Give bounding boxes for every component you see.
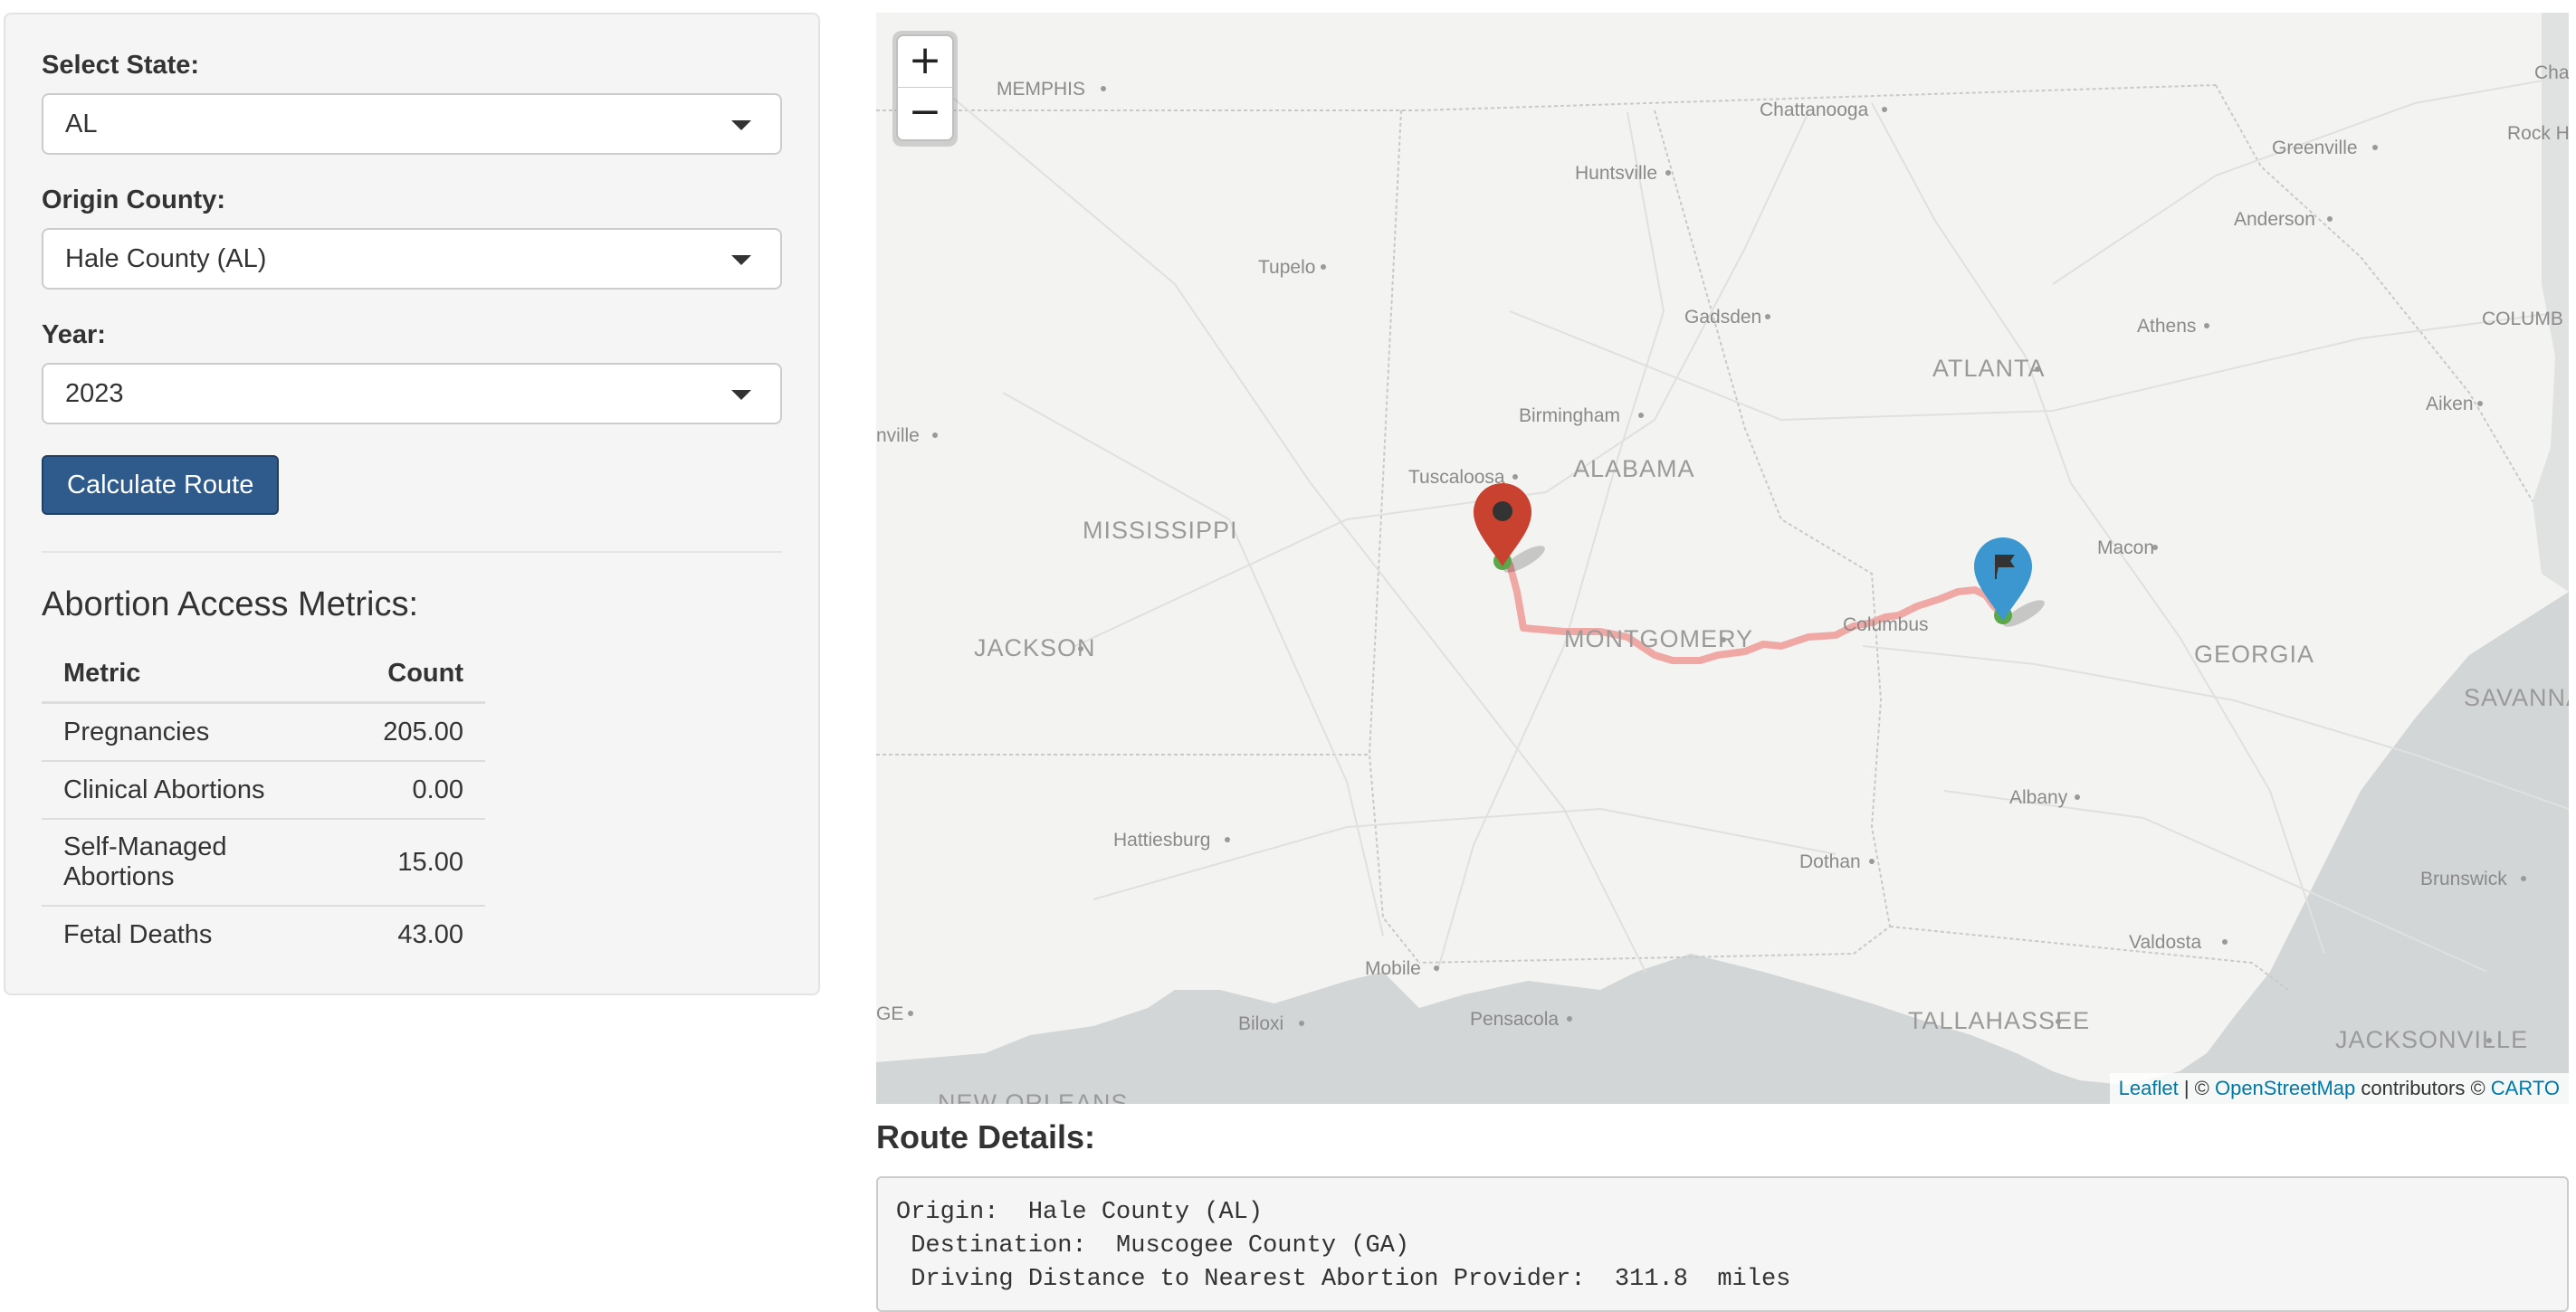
city-label: Pensacola [1470,1009,1559,1030]
state-label: Select State: [42,51,200,80]
city-label: MEMPHIS [997,79,1085,100]
chevron-down-icon [731,120,751,130]
city-label: Chattanooga [1760,100,1869,120]
table-row: Pregnancies 205.00 [42,701,485,761]
year-select-value: 2023 [65,379,124,408]
city-label: Albany [2009,787,2068,808]
metric-cell: Pregnancies [42,701,362,761]
table-header-row: Metric Count [42,646,485,704]
city-label: Tupelo [1258,257,1315,278]
route-destination-line: Destination: Muscogee County (GA) [896,1232,1410,1260]
city-label: Aiken [2426,394,2474,414]
atlantic-ocean [2533,13,2569,592]
city-label: TALLAHASSEE [1908,1007,2090,1034]
year-label: Year: [42,320,106,349]
city-label: Brunswick [2420,869,2507,889]
metric-cell: Clinical Abortions [42,760,362,819]
destination-marker[interactable] [1974,537,2048,632]
metrics-table: Metric Count Pregnancies 205.00 Clinical… [42,646,485,963]
metric-cell: Fetal Deaths [42,905,362,963]
city-label: nville [876,425,920,446]
table-row: Fetal Deaths 43.00 [42,905,485,963]
state-label-mississippi: MISSISSIPPI [1083,517,1238,544]
state-label-georgia: GEORGIA [2194,641,2314,668]
city-label: Gadsden [1684,307,1761,328]
city-label: Cha [2534,62,2569,83]
column-header-metric: Metric [42,646,362,704]
chevron-down-icon [731,255,751,265]
divider [42,551,782,553]
count-cell: 205.00 [361,701,485,761]
county-select-value: Hale County (AL) [65,244,267,273]
route-details-title: Route Details: [876,1118,1096,1155]
count-cell: 43.00 [361,905,485,963]
city-label: NEW ORLEANS [938,1089,1129,1104]
map-attribution: Leaflet | © OpenStreetMap contributors ©… [2109,1073,2569,1104]
map-canvas[interactable]: MISSISSIPPI ALABAMA GEORGIA MEMPHIS Chat… [876,13,2569,1104]
metrics-title: Abortion Access Metrics: [42,585,419,623]
county-select[interactable]: Hale County (AL) [42,228,782,290]
table-row: Clinical Abortions 0.00 [42,760,485,819]
state-select[interactable]: AL [42,93,782,155]
table-row: Self-Managed Abortions 15.00 [42,818,485,906]
city-label: Anderson [2234,209,2315,230]
city-label: Dothan [1799,851,1861,872]
city-label: COLUMB [2482,309,2563,329]
sidebar-panel: Select State: AL Origin County: Hale Cou… [4,13,820,995]
calculate-route-button[interactable]: Calculate Route [42,455,280,515]
count-cell: 15.00 [361,818,485,906]
osm-link[interactable]: OpenStreetMap [2215,1077,2355,1099]
zoom-out-button[interactable]: − [896,87,954,141]
state-select-value: AL [65,109,98,138]
city-label: Mobile [1365,958,1421,979]
zoom-in-button[interactable]: + [896,34,954,89]
city-label: Athens [2137,316,2196,337]
origin-marker[interactable] [1474,483,1549,577]
city-label: JACKSONVILLE [2335,1026,2528,1053]
count-cell: 0.00 [361,760,485,819]
state-label-alabama: ALABAMA [1573,455,1695,482]
attribution-text: contributors © [2355,1077,2491,1099]
city-label: Greenville [2272,138,2358,158]
leaflet-link[interactable]: Leaflet [2119,1077,2179,1099]
county-label: Origin County: [42,185,225,214]
city-label: Tuscaloosa [1408,467,1505,488]
route-map[interactable]: MISSISSIPPI ALABAMA GEORGIA MEMPHIS Chat… [876,13,2569,1104]
city-label: ATLANTA [1932,355,2046,382]
route-details-output: Origin: Hale County (AL) Destination: Mu… [876,1176,2569,1312]
metric-cell: Self-Managed Abortions [42,818,362,906]
city-label: Birmingham [1519,405,1620,426]
city-label: Rock H [2507,123,2569,144]
carto-link[interactable]: CARTO [2491,1077,2560,1099]
route-distance-line: Driving Distance to Nearest Abortion Pro… [896,1266,1791,1293]
column-header-count: Count [361,646,485,704]
chevron-down-icon [731,390,751,400]
city-label: JACKSON [974,634,1096,661]
attribution-sep: | © [2178,1077,2215,1099]
route-origin-line: Origin: Hale County (AL) [896,1199,1264,1226]
city-label: SAVANNA [2464,684,2569,711]
city-label: Macon [2097,537,2154,558]
city-label: Columbus [1843,614,1929,635]
city-label: GE [876,1003,903,1024]
city-label: Valdosta [2129,932,2201,953]
year-select[interactable]: 2023 [42,363,782,424]
city-label: Hattiesburg [1113,830,1210,851]
city-label: Huntsville [1575,163,1657,184]
city-label: Biloxi [1238,1013,1283,1034]
